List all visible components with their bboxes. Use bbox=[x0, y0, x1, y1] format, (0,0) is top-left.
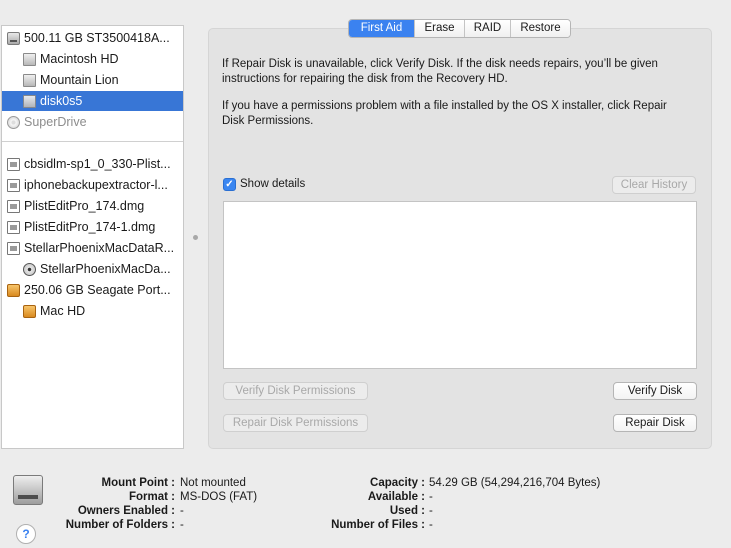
clear-history-button[interactable]: Clear History bbox=[612, 176, 696, 194]
number-of-files-value: - bbox=[429, 519, 433, 531]
selected-volume-icon bbox=[13, 475, 43, 505]
mounted-image-icon bbox=[23, 262, 36, 276]
splitter-handle[interactable] bbox=[193, 235, 198, 240]
verify-disk-button[interactable]: Verify Disk bbox=[613, 382, 697, 400]
capacity-label: Capacity : bbox=[370, 477, 425, 489]
tab-raid[interactable]: RAID bbox=[464, 20, 510, 37]
volume-icon bbox=[23, 52, 36, 66]
disk-image-icon bbox=[7, 178, 20, 192]
show-details-label[interactable]: Show details bbox=[240, 178, 305, 190]
sidebar-item-macintosh-hd[interactable]: Macintosh HD bbox=[2, 49, 183, 69]
verify-disk-permissions-button[interactable]: Verify Disk Permissions bbox=[223, 382, 368, 400]
sidebar-item-disk-image[interactable]: cbsidlm-sp1_0_330-Plist... bbox=[2, 154, 183, 174]
disk-image-icon bbox=[7, 199, 20, 213]
sidebar-item-internal-disk[interactable]: 500.11 GB ST3500418A... bbox=[2, 28, 183, 48]
number-of-files-label: Number of Files : bbox=[331, 519, 425, 531]
disk-image-icon bbox=[7, 220, 20, 234]
external-disk-icon bbox=[7, 283, 20, 297]
sidebar-item-mountain-lion[interactable]: Mountain Lion bbox=[2, 70, 183, 90]
details-log-area[interactable] bbox=[223, 201, 697, 369]
volume-icon bbox=[23, 94, 36, 108]
owners-enabled-value: - bbox=[180, 505, 184, 517]
sidebar-item-disk-image[interactable]: PlistEditPro_174-1.dmg bbox=[2, 217, 183, 237]
sidebar-item-label: 500.11 GB ST3500418A... bbox=[24, 31, 170, 45]
sidebar-item-label: 250.06 GB Seagate Port... bbox=[24, 283, 171, 297]
sidebar-item-label: disk0s5 bbox=[40, 94, 83, 108]
sidebar-item-disk-image[interactable]: PlistEditPro_174.dmg bbox=[2, 196, 183, 216]
sidebar-item-label: PlistEditPro_174.dmg bbox=[24, 199, 145, 213]
used-value: - bbox=[429, 505, 433, 517]
format-value: MS-DOS (FAT) bbox=[180, 491, 258, 503]
sidebar-item-label: StellarPhoenixMacDa... bbox=[40, 262, 171, 276]
mount-point-label: Mount Point : bbox=[101, 477, 175, 489]
show-details-checkbox[interactable]: ✓ bbox=[223, 178, 236, 191]
sidebar-item-label: StellarPhoenixMacDataR... bbox=[24, 241, 175, 255]
external-volume-icon bbox=[23, 304, 36, 318]
repair-disk-permissions-button[interactable]: Repair Disk Permissions bbox=[223, 414, 368, 432]
optical-drive-icon bbox=[7, 115, 20, 129]
sidebar-item-mounted-image[interactable]: StellarPhoenixMacDa... bbox=[2, 259, 183, 279]
number-of-folders-label: Number of Folders : bbox=[65, 519, 175, 531]
tab-first-aid[interactable]: First Aid bbox=[349, 20, 414, 37]
internal-disk-icon bbox=[7, 31, 20, 45]
sidebar-item-superdrive[interactable]: SuperDrive bbox=[2, 112, 183, 132]
tab-restore[interactable]: Restore bbox=[510, 20, 570, 37]
sidebar-item-label: PlistEditPro_174-1.dmg bbox=[24, 220, 156, 234]
permissions-instructions: If you have a permissions problem with a… bbox=[222, 100, 667, 127]
disk-image-icon bbox=[7, 241, 20, 255]
sidebar-item-label: Mountain Lion bbox=[40, 73, 119, 87]
sidebar-item-mac-hd[interactable]: Mac HD bbox=[2, 301, 183, 321]
sidebar-item-label: SuperDrive bbox=[24, 115, 87, 129]
mount-point-value: Not mounted bbox=[180, 477, 246, 489]
volume-icon bbox=[23, 73, 36, 87]
format-label: Format : bbox=[129, 491, 175, 503]
sidebar-item-disk-image[interactable]: iphonebackupextractor-l... bbox=[2, 175, 183, 195]
sidebar-divider bbox=[2, 141, 183, 142]
available-label: Available : bbox=[367, 491, 425, 503]
sidebar-item-disk0s5[interactable]: disk0s5 bbox=[2, 91, 183, 111]
sidebar-item-label: Mac HD bbox=[40, 304, 86, 318]
first-aid-instructions: If Repair Disk is unavailable, click Ver… bbox=[222, 58, 658, 85]
sidebar-item-label: cbsidlm-sp1_0_330-Plist... bbox=[24, 157, 171, 171]
repair-disk-button[interactable]: Repair Disk bbox=[613, 414, 697, 432]
owners-enabled-label: Owners Enabled : bbox=[77, 505, 175, 517]
used-label: Used : bbox=[389, 505, 425, 517]
number-of-folders-value: - bbox=[180, 519, 184, 531]
tab-bar: First Aid Erase RAID Restore bbox=[348, 19, 571, 38]
sidebar-item-external-disk[interactable]: 250.06 GB Seagate Port... bbox=[2, 280, 183, 300]
help-button[interactable]: ? bbox=[16, 524, 36, 544]
available-value: - bbox=[429, 491, 433, 503]
sidebar-item-label: iphonebackupextractor-l... bbox=[24, 178, 168, 192]
sidebar-item-label: Macintosh HD bbox=[40, 52, 119, 66]
tab-erase[interactable]: Erase bbox=[414, 20, 464, 37]
sidebar-item-disk-image[interactable]: StellarPhoenixMacDataR... bbox=[2, 238, 183, 258]
disk-list-sidebar[interactable]: 500.11 GB ST3500418A... Macintosh HD Mou… bbox=[1, 25, 184, 449]
capacity-value: 54.29 GB (54,294,216,704 Bytes) bbox=[429, 477, 601, 489]
disk-image-icon bbox=[7, 157, 20, 171]
